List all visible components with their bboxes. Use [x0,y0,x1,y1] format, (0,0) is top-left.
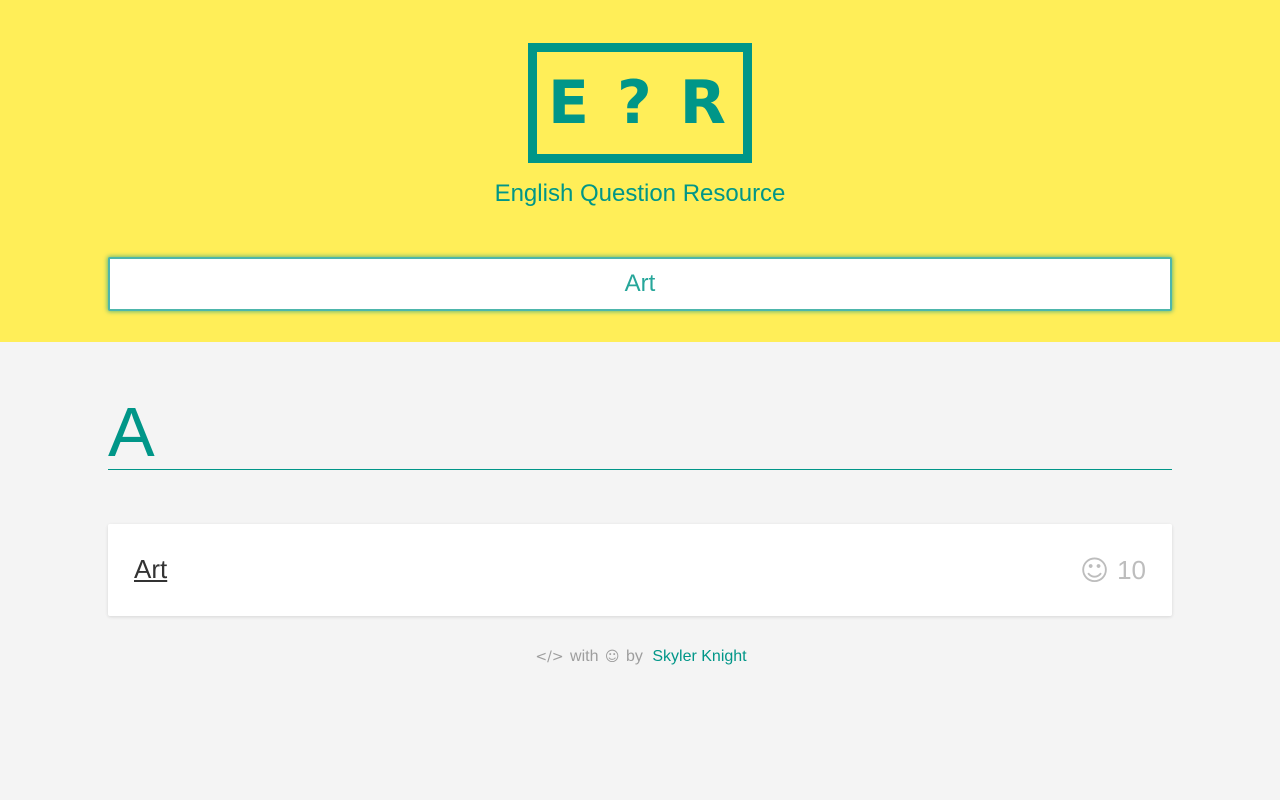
footer-with-text: with [570,648,599,665]
section-divider [108,469,1172,470]
footer: </> with ☺ by Skyler Knight [0,648,1280,666]
header: E ? R English Question Resource [0,0,1280,342]
search-input[interactable] [108,257,1172,311]
logo-question-mark: ? [616,68,658,138]
result-count-value: 10 [1117,555,1146,585]
smile-icon: ☺ [604,649,620,665]
smile-icon: ☺ [1079,554,1110,587]
result-count: ☺ 10 [1080,554,1146,587]
logo-letter-r: R [679,68,732,138]
site-tagline: English Question Resource [494,180,786,207]
footer-by-text: by [625,648,643,665]
author-link[interactable]: Skyler Knight [652,648,746,665]
code-icon: </> [535,649,564,665]
section-letter-heading: A [108,393,155,471]
result-card[interactable]: Art ☺ 10 [108,524,1172,616]
result-title-link[interactable]: Art [134,554,167,585]
logo-letter-e: E [547,68,595,138]
logo[interactable]: E ? R [528,43,752,163]
